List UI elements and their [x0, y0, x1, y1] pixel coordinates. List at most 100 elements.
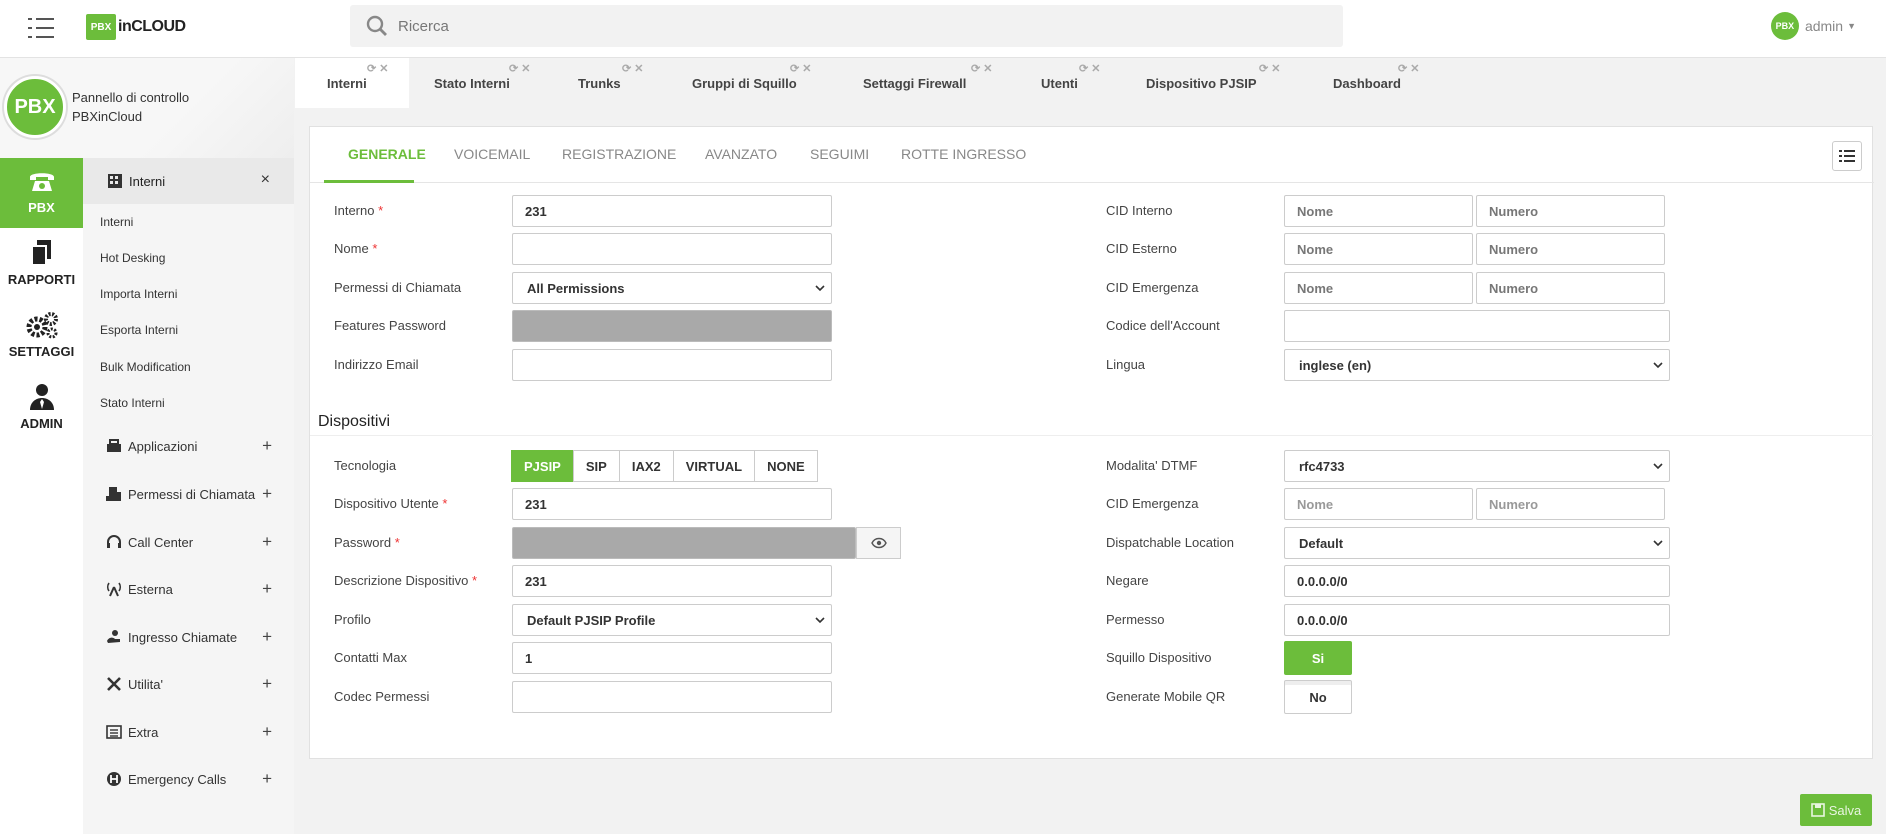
chevron-down-icon — [1653, 362, 1663, 369]
tab-dashboard[interactable]: Dashboard ⟳ ✕ — [1294, 58, 1434, 108]
tab-controls[interactable]: ⟳ ✕ — [971, 62, 993, 75]
app-logo[interactable]: PBX inCLOUD — [86, 13, 186, 41]
device-cid-emergenza-nome[interactable]: Nome — [1284, 488, 1473, 520]
tecnologia-option-sip[interactable]: SIP — [572, 450, 620, 482]
tab-dispositivo-pjsip[interactable]: Dispositivo PJSIP ⟳ ✕ — [1109, 58, 1294, 108]
menu-item-importa-interni[interactable]: Importa Interni — [100, 287, 177, 301]
tab-label: Settaggi Firewall — [863, 76, 967, 91]
tecnologia-option-iax2[interactable]: IAX2 — [618, 450, 674, 482]
menu-item-bulk-modification[interactable]: Bulk Modification — [100, 360, 191, 374]
menu-group-label: Esterna — [128, 581, 173, 597]
tab-controls[interactable]: ⟳ ✕ — [367, 62, 389, 75]
expand-icon[interactable]: + — [262, 484, 272, 504]
subtab-registrazione[interactable]: REGISTRAZIONE — [562, 146, 676, 162]
rail-item-settaggi[interactable]: SETTAGGI — [0, 302, 83, 372]
search-input[interactable] — [398, 13, 1298, 39]
user-menu[interactable]: PBX admin ▼ — [1770, 12, 1856, 40]
codice-account-input[interactable] — [1284, 310, 1670, 342]
cid-esterno-nome[interactable]: Nome — [1284, 233, 1473, 265]
tab-controls[interactable]: ⟳ ✕ — [790, 62, 812, 75]
cid-interno-nome[interactable]: Nome — [1284, 195, 1473, 227]
subtab-voicemail[interactable]: VOICEMAIL — [454, 146, 530, 162]
interno-input[interactable]: 231 — [512, 195, 832, 227]
dispatchable-location-select[interactable]: Default — [1284, 527, 1670, 559]
expand-icon[interactable]: + — [262, 722, 272, 742]
tab-interni[interactable]: Interni ⟳ ✕ — [295, 58, 409, 108]
email-input[interactable] — [512, 349, 832, 381]
dtmf-select[interactable]: rfc4733 — [1284, 450, 1670, 482]
menu-group-permessi[interactable]: Permessi di Chiamata + — [83, 479, 294, 509]
user-name: admin — [1804, 18, 1844, 34]
tab-controls[interactable]: ⟳ ✕ — [1079, 62, 1101, 75]
menu-group-label: Utilita' — [128, 676, 163, 692]
cid-emergenza-numero[interactable]: Numero — [1476, 272, 1665, 304]
dispositivo-utente-input[interactable]: 231 — [512, 488, 832, 520]
tab-controls[interactable]: ⟳ ✕ — [1398, 62, 1420, 75]
menu-item-interni[interactable]: Interni — [100, 215, 133, 229]
device-cid-emergenza-numero[interactable]: Numero — [1476, 488, 1665, 520]
permessi-label: Permessi di Chiamata — [334, 280, 462, 295]
show-password-button[interactable] — [856, 527, 901, 559]
menu-item-esporta-interni[interactable]: Esporta Interni — [100, 323, 178, 337]
menu-group-emergency[interactable]: Emergency Calls + — [83, 764, 294, 794]
contatti-max-input[interactable]: 1 — [512, 642, 832, 674]
menu-group-utilita[interactable]: Utilita' + — [83, 669, 294, 699]
tab-gruppi-squillo[interactable]: Gruppi di Squillo ⟳ ✕ — [657, 58, 825, 108]
list-view-button[interactable] — [1832, 141, 1862, 171]
nome-input[interactable] — [512, 233, 832, 265]
rail-item-pbx[interactable]: PBX — [0, 158, 83, 228]
profilo-select[interactable]: Default PJSIP Profile — [512, 604, 832, 636]
features-password-input[interactable] — [512, 310, 832, 342]
password-label: Password * — [334, 535, 400, 550]
codec-permessi-input[interactable] — [512, 681, 832, 713]
menu-group-interni[interactable]: Interni × — [83, 158, 294, 204]
tab-stato-interni[interactable]: Stato Interni ⟳ ✕ — [409, 58, 549, 108]
tab-trunks[interactable]: Trunks ⟳ ✕ — [549, 58, 657, 108]
menu-item-stato-interni[interactable]: Stato Interni — [100, 396, 165, 410]
expand-icon[interactable]: + — [262, 532, 272, 552]
tab-settaggi-firewall[interactable]: Settaggi Firewall ⟳ ✕ — [825, 58, 1001, 108]
subtab-rotte-ingresso[interactable]: ROTTE INGRESSO — [901, 146, 1026, 162]
menu-toggle-icon[interactable] — [28, 17, 54, 39]
menu-group-call-center[interactable]: Call Center + — [83, 527, 294, 557]
lingua-select[interactable]: inglese (en) — [1284, 349, 1670, 381]
tecnologia-option-none[interactable]: NONE — [754, 450, 818, 482]
tecnologia-option-pjsip[interactable]: PJSIP — [511, 450, 574, 482]
subtab-generale[interactable]: GENERALE — [348, 146, 426, 162]
rail-item-admin[interactable]: ADMIN — [0, 374, 83, 444]
negare-input[interactable]: 0.0.0.0/0 — [1284, 565, 1670, 597]
eye-icon — [870, 537, 887, 549]
close-icon[interactable]: × — [261, 171, 270, 189]
expand-icon[interactable]: + — [262, 769, 272, 789]
save-button[interactable]: Salva — [1800, 794, 1872, 826]
cid-interno-numero[interactable]: Numero — [1476, 195, 1665, 227]
expand-icon[interactable]: + — [262, 674, 272, 694]
tab-controls[interactable]: ⟳ ✕ — [1259, 62, 1281, 75]
permessi-select[interactable]: All Permissions — [512, 272, 832, 304]
expand-icon[interactable]: + — [262, 436, 272, 456]
tab-controls[interactable]: ⟳ ✕ — [622, 62, 644, 75]
expand-icon[interactable]: + — [262, 627, 272, 647]
generate-mobile-qr-toggle[interactable]: No — [1284, 680, 1352, 714]
subtab-avanzato[interactable]: AVANZATO — [705, 146, 777, 162]
tab-controls[interactable]: ⟳ ✕ — [509, 62, 531, 75]
menu-group-applicazioni[interactable]: Applicazioni + — [83, 431, 294, 461]
menu-item-hot-desking[interactable]: Hot Desking — [100, 251, 165, 265]
menu-group-esterna[interactable]: Esterna + — [83, 574, 294, 604]
top-bar: PBX inCLOUD PBX admin ▼ — [0, 0, 1886, 58]
password-input[interactable] — [512, 527, 856, 559]
interno-label: Interno * — [334, 203, 384, 218]
cid-esterno-numero[interactable]: Numero — [1476, 233, 1665, 265]
cid-emergenza-nome[interactable]: Nome — [1284, 272, 1473, 304]
expand-icon[interactable]: + — [262, 579, 272, 599]
menu-group-extra[interactable]: Extra + — [83, 717, 294, 747]
descrizione-input[interactable]: 231 — [512, 565, 832, 597]
tecnologia-option-virtual[interactable]: VIRTUAL — [672, 450, 756, 482]
rail-item-rapporti[interactable]: RAPPORTI — [0, 230, 83, 300]
squillo-dispositivo-toggle[interactable]: Si — [1284, 641, 1352, 675]
contatti-max-label: Contatti Max — [334, 650, 407, 665]
menu-group-ingresso[interactable]: Ingresso Chiamate + — [83, 622, 294, 652]
permesso-input[interactable]: 0.0.0.0/0 — [1284, 604, 1670, 636]
tab-utenti[interactable]: Utenti ⟳ ✕ — [1001, 58, 1109, 108]
subtab-seguimi[interactable]: SEGUIMI — [810, 146, 869, 162]
